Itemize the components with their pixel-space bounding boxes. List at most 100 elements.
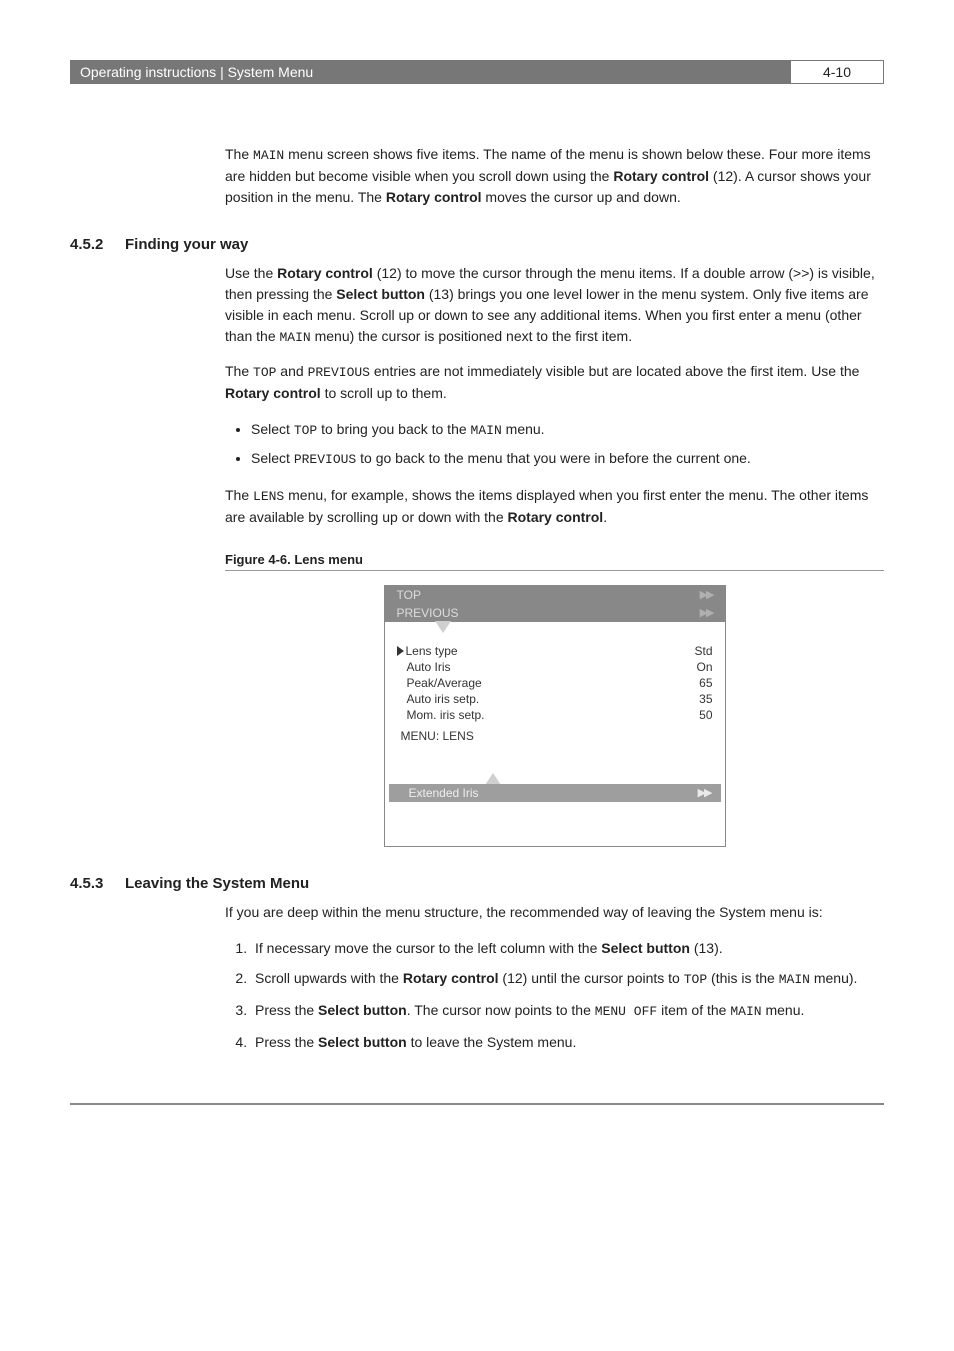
menu-previous-row: PREVIOUS ▶▶ (385, 604, 725, 622)
menu-item-row: Auto Iris On (397, 659, 713, 675)
text-mono: MAIN (730, 1004, 761, 1019)
menu-item-value: 65 (699, 676, 712, 690)
text-mono: MAIN (779, 972, 810, 987)
text-mono: LENS (253, 489, 284, 504)
text-bold: Rotary control (225, 385, 321, 401)
text: menu) the cursor is positioned next to t… (311, 328, 632, 344)
bullet-list: Select TOP to bring you back to the MAIN… (225, 418, 884, 472)
list-item: Scroll upwards with the Rotary control (… (251, 967, 884, 991)
menu-item-row: Lens type Std (397, 643, 713, 659)
menu-item-name: Mom. iris setp. (407, 708, 485, 722)
text: to bring you back to the (317, 421, 470, 437)
section-number: 4.5.3 (70, 875, 125, 892)
text-bold: Select button (318, 1002, 407, 1018)
pointer-down-icon (435, 621, 451, 633)
double-arrow-icon: ▶▶ (698, 786, 711, 799)
text-mono: TOP (294, 423, 317, 438)
menu-extended-row: Extended Iris ▶▶ (389, 784, 721, 802)
paragraph: If you are deep within the menu structur… (225, 902, 884, 923)
menu-item-value: On (696, 660, 712, 674)
paragraph: The TOP and PREVIOUS entries are not imm… (225, 361, 884, 404)
list-item: Press the Select button to leave the Sys… (251, 1031, 884, 1053)
text-bold: Rotary control (508, 509, 604, 525)
text-bold: Rotary control (403, 970, 499, 986)
cursor-icon (397, 646, 404, 656)
text: (12) until the cursor points to (499, 970, 684, 986)
text: and (276, 363, 307, 379)
menu-items: Lens type Std Auto Iris On Peak/Average … (385, 633, 725, 773)
footer-rule (70, 1103, 884, 1105)
menu-item-name: Auto Iris (407, 660, 451, 674)
text: to scroll up to them. (321, 385, 447, 401)
text: menu. (502, 421, 545, 437)
double-arrow-icon: ▶▶ (700, 606, 713, 619)
text: TOP (397, 588, 421, 602)
text: . (603, 509, 607, 525)
text: The (225, 146, 253, 162)
text-bold: Select button (601, 940, 690, 956)
text-bold: Select button (318, 1034, 407, 1050)
text: Select (251, 421, 294, 437)
page-header: Operating instructions | System Menu 4-1… (70, 60, 884, 84)
paragraph: Use the Rotary control (12) to move the … (225, 263, 884, 348)
section-number: 4.5.2 (70, 236, 125, 253)
section-heading-453: 4.5.3 Leaving the System Menu (70, 875, 884, 892)
lens-menu-figure: TOP ▶▶ PREVIOUS ▶▶ Lens type Std Auto Ir… (384, 585, 726, 847)
text: menu. (762, 1002, 805, 1018)
text-bold: Select button (336, 286, 425, 302)
text-mono: TOP (684, 972, 707, 987)
list-item: Select TOP to bring you back to the MAIN… (251, 418, 884, 442)
text: Scroll upwards with the (255, 970, 403, 986)
section-title: Leaving the System Menu (125, 875, 309, 892)
text-mono: PREVIOUS (308, 365, 370, 380)
list-item: Select PREVIOUS to go back to the menu t… (251, 447, 884, 471)
text: menu). (810, 970, 857, 986)
text-mono: MAIN (280, 330, 311, 345)
header-title: Operating instructions | System Menu (70, 60, 790, 84)
menu-item-value: 50 (699, 708, 712, 722)
text-bold: Rotary control (613, 168, 709, 184)
text-mono: MAIN (253, 148, 284, 163)
text: item of the (657, 1002, 730, 1018)
text-bold: Rotary control (277, 265, 373, 281)
intro-paragraph: The MAIN menu screen shows five items. T… (225, 144, 884, 208)
section-heading-452: 4.5.2 Finding your way (70, 236, 884, 253)
text: (13). (690, 940, 723, 956)
menu-item-value: Std (694, 644, 712, 658)
menu-name-label: MENU: LENS (397, 723, 713, 747)
text: . The cursor now points to the (407, 1002, 595, 1018)
double-arrow-icon: ▶▶ (700, 588, 713, 601)
text: to leave the System menu. (407, 1034, 577, 1050)
text: Extended Iris (409, 786, 479, 800)
menu-item-row: Peak/Average 65 (397, 675, 713, 691)
text: (this is the (707, 970, 779, 986)
text-mono: MENU OFF (595, 1004, 657, 1019)
menu-item-name: Auto iris setp. (407, 692, 480, 706)
menu-top-row: TOP ▶▶ (385, 586, 725, 604)
section-title: Finding your way (125, 236, 248, 253)
page-number: 4-10 (790, 60, 884, 84)
text: Select (251, 450, 294, 466)
list-item: If necessary move the cursor to the left… (251, 937, 884, 959)
menu-item-name: Peak/Average (407, 676, 482, 690)
ordered-steps: If necessary move the cursor to the left… (225, 937, 884, 1053)
text: PREVIOUS (397, 606, 459, 620)
text: Press the (255, 1034, 318, 1050)
text: The (225, 363, 253, 379)
menu-item-value: 35 (699, 692, 712, 706)
figure-caption: Figure 4-6. Lens menu (225, 552, 884, 571)
text: moves the cursor up and down. (482, 189, 681, 205)
text: to go back to the menu that you were in … (356, 450, 751, 466)
text: Use the (225, 265, 277, 281)
text-bold: Rotary control (386, 189, 482, 205)
text: Press the (255, 1002, 318, 1018)
text-mono: MAIN (471, 423, 502, 438)
menu-item-row: Mom. iris setp. 50 (397, 707, 713, 723)
menu-item-row: Auto iris setp. 35 (397, 691, 713, 707)
text-mono: PREVIOUS (294, 452, 356, 467)
text: The (225, 487, 253, 503)
text: entries are not immediately visible but … (370, 363, 859, 379)
text: If necessary move the cursor to the left… (255, 940, 601, 956)
text-mono: TOP (253, 365, 276, 380)
list-item: Press the Select button. The cursor now … (251, 999, 884, 1023)
